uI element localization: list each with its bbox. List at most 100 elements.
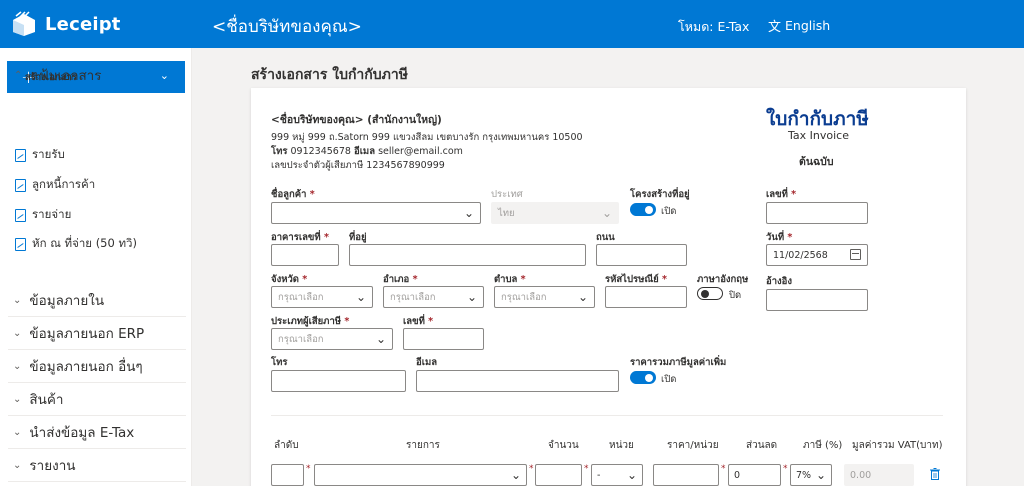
sidebar-section-etax-submit[interactable]: ⌄ นำส่งข้อมูล E-Tax [8,416,186,449]
district-select[interactable]: กรุณาเลือก ⌄ [383,286,484,308]
email-label: อีเมล [416,357,438,368]
chevron-down-icon: ⌄ [463,206,474,220]
trash-icon[interactable] [930,468,940,480]
taxpayer-number-label: เลขที่ * [403,316,434,327]
placeholder-text: กรุณาเลือก [390,291,436,303]
vat-included-toggle[interactable] [630,371,656,384]
required-marker: * [783,464,788,474]
folder-label: แฟ้มเอกสาร [30,68,102,84]
subdistrict-select[interactable]: กรุณาเลือก ⌄ [494,286,595,308]
customer-name-input[interactable]: ⌄ [271,202,481,224]
sidebar-section-reports[interactable]: ⌄ รายงาน [8,449,186,482]
country-select: ไทย ⌄ [491,202,619,224]
sidebar-item-label: รายรับ [32,147,65,161]
address-structure-toggle-label: เปิด [661,206,677,217]
sidebar-section-label: นำส่งข้อมูล E-Tax [29,425,135,441]
app-name: Leceipt [45,13,121,35]
sidebar-section-external-erp[interactable]: ⌄ ข้อมูลภายนอก ERP [8,317,186,350]
chevron-down-icon: ⌄ [13,360,22,372]
building-input[interactable] [271,244,339,266]
building-label: อาคารเลขที่ * [271,232,329,243]
document-icon [15,148,26,162]
chevron-down-icon: ⌄ [13,393,22,405]
row-tax-value: 7% [796,469,812,481]
date-label: วันที่ * [766,232,793,243]
row-unit-price-input[interactable] [653,464,719,486]
row-unit-select[interactable]: - ⌄ [591,464,643,486]
email-input[interactable] [416,370,619,392]
required-marker: * [721,464,726,474]
province-label: จังหวัด * [271,274,308,285]
chevron-down-icon: ⌄ [375,332,386,346]
language-label: English [785,18,831,33]
address-input[interactable] [349,244,586,266]
address-label: ที่อยู่ [349,232,367,243]
seller-taxid: 1234567890999 [366,160,445,171]
row-total-value: 0.00 [850,469,872,481]
seller-email-label: อีเมล [353,146,376,157]
col-header-index: ลำดับ [274,440,299,451]
chevron-down-icon: ⌄ [13,459,22,471]
col-header-tax: ภาษี (%) [803,440,843,451]
seller-address: 999 หมู่ 999 ถ.Satorn 999 แขวงสีลม เขตบา… [271,132,583,143]
postcode-label: รหัสไปรษณีย์ * [605,274,667,285]
address-structure-toggle[interactable] [630,203,656,216]
sidebar-item-receivables[interactable]: ลูกหนี้การค้า [15,176,95,194]
seller-taxid-line: เลขประจำตัวผู้เสียภาษี 1234567890999 [271,158,445,173]
doc-number-input[interactable] [766,202,868,224]
english-toggle[interactable] [697,287,723,300]
sidebar-section-internal-data[interactable]: ⌄ ข้อมูลภายใน [8,284,186,317]
seller-email: seller@email.com [378,146,463,157]
vat-included-toggle-label: เปิด [661,374,677,385]
country-label: ประเทศ [491,189,523,200]
date-picker[interactable]: 11/02/2568 [766,244,868,266]
postcode-input[interactable] [605,286,687,308]
row-discount-value: 0 [734,469,741,481]
subdistrict-label: ตำบล * [494,274,526,285]
taxpayer-type-select[interactable]: กรุณาเลือก ⌄ [271,328,393,350]
document-icon [15,237,26,251]
translate-icon: 文 [768,20,782,35]
col-header-unit: หน่วย [609,440,634,451]
row-quantity-input[interactable] [535,464,582,486]
sidebar-section-label: ข้อมูลภายนอก อื่นๆ [29,359,143,375]
required-marker: * [306,464,311,474]
chevron-down-icon: ⌄ [601,206,612,220]
row-unit-value: - [597,469,601,481]
district-label: อำเภอ * [383,274,418,285]
chevron-down-icon: ⌄ [159,69,169,82]
reference-input[interactable] [766,289,868,311]
chevron-down-icon: ⌄ [466,290,477,304]
chevron-down-icon: ⌄ [13,327,22,339]
row-item-select[interactable]: ⌄ [314,464,527,486]
seller-taxid-label: เลขประจำตัวผู้เสียภาษี [271,160,364,171]
seller-name: <ชื่อบริษัทของคุณ> (สำนักงานใหญ่) [271,114,442,126]
sidebar-item-withholding-tax[interactable]: หัก ณ ที่จ่าย (50 ทวิ) [15,235,137,253]
sidebar-section-label: รายงาน [29,458,76,474]
taxpayer-number-input[interactable] [403,328,484,350]
chevron-down-icon: ⌄ [577,290,588,304]
seller-phone: 0912345678 [290,146,351,157]
province-select[interactable]: กรุณาเลือก ⌄ [271,286,373,308]
required-marker: * [529,464,534,474]
doc-number-label: เลขที่ * [766,189,797,200]
document-copy-type: ต้นฉบับ [799,156,834,168]
phone-input[interactable] [271,370,406,392]
sidebar-item-expenses[interactable]: รายจ่าย [15,206,71,224]
col-header-item: รายการ [406,440,440,451]
mode-indicator[interactable]: โหมด: E-Tax [678,17,749,37]
row-discount-input[interactable]: 0 [728,464,781,486]
language-switch[interactable]: 文 English [768,16,830,35]
app-logo[interactable]: Leceipt [11,11,191,37]
sidebar-section-products[interactable]: ⌄ สินค้า [8,383,186,416]
col-header-discount: ส่วนลด [746,440,778,451]
sidebar-section-external-other[interactable]: ⌄ ข้อมูลภายนอก อื่นๆ [8,350,186,383]
row-index-input[interactable] [271,464,304,486]
folder-section-header[interactable]: ⌃ แฟ้มเอกสาร [14,64,102,86]
customer-name-label: ชื่อลูกค้า * [271,189,315,200]
road-input[interactable] [596,244,687,266]
row-tax-select[interactable]: 7% ⌄ [790,464,832,486]
chevron-down-icon: ⌄ [355,290,366,304]
sidebar-item-income[interactable]: รายรับ [15,146,65,164]
page-title: สร้างเอกสาร ใบกำกับภาษี [251,67,408,83]
